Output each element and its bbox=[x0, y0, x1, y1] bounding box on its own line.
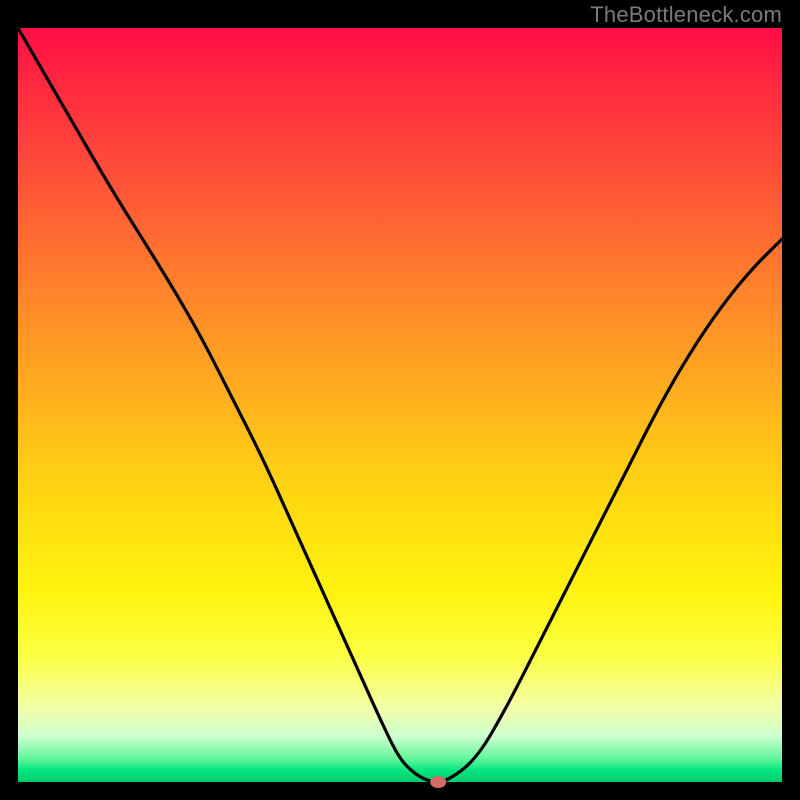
plot-area bbox=[18, 28, 782, 782]
curve-svg bbox=[18, 28, 782, 782]
chart-frame: TheBottleneck.com bbox=[0, 0, 800, 800]
bottleneck-curve bbox=[18, 28, 782, 782]
watermark-text: TheBottleneck.com bbox=[590, 2, 782, 28]
optimal-point-marker bbox=[430, 776, 446, 788]
